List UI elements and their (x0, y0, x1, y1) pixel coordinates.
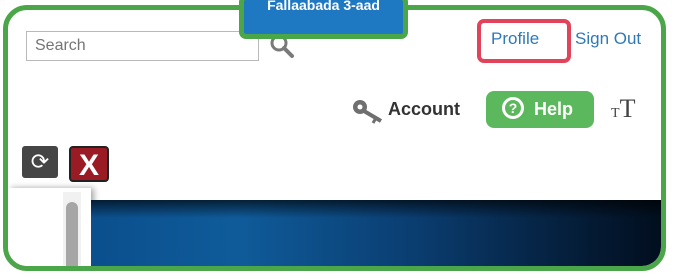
refresh-icon[interactable]: ⟳ (22, 146, 58, 178)
screenshot-area: Profile Sign Out Account ? Help TT ⟳ X (8, 10, 661, 266)
help-button[interactable]: ? Help (486, 91, 594, 128)
close-icon[interactable]: X (69, 146, 109, 182)
help-icon: ? (502, 97, 524, 119)
font-size-icon[interactable]: TT (611, 94, 635, 124)
font-size-big-glyph: T (619, 94, 636, 123)
key-icon (353, 100, 383, 124)
search-input[interactable] (26, 31, 259, 61)
step-tooltip: Fallaabada 3-aad (239, 0, 408, 39)
sign-out-link[interactable]: Sign Out (575, 29, 641, 49)
scrollbar-thumb[interactable] (66, 202, 78, 266)
profile-link[interactable]: Profile (491, 29, 539, 49)
step-tooltip-text: Fallaabada 3-aad (267, 0, 380, 13)
help-button-label: Help (534, 99, 574, 119)
font-size-small-glyph: T (611, 106, 620, 121)
header-banner (91, 200, 661, 266)
account-link[interactable]: Account (388, 99, 460, 120)
callout-frame: Profile Sign Out Account ? Help TT ⟳ X (3, 5, 666, 271)
